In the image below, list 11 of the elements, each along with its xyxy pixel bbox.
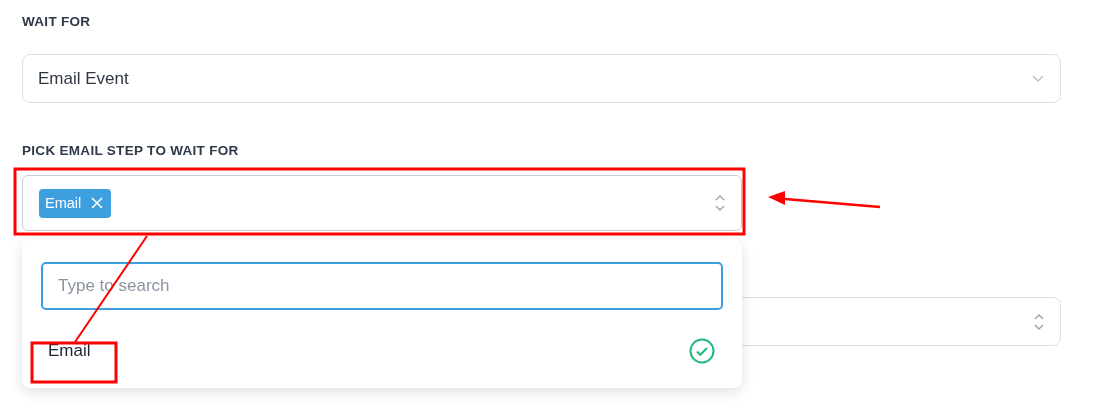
email-tag: Email	[39, 188, 112, 218]
field-label: PICK EMAIL STEP TO WAIT FOR	[22, 143, 240, 160]
up-down-chevron-icon	[715, 194, 725, 212]
event-select[interactable]: Email Event	[22, 54, 1061, 103]
chevron-down-icon	[1032, 74, 1044, 83]
check-circle-icon	[689, 338, 715, 364]
dropdown-option[interactable]: Email	[41, 338, 723, 364]
up-down-chevron-icon	[1034, 312, 1044, 331]
remove-icon[interactable]	[91, 197, 104, 209]
field-label: WAIT FOR	[22, 14, 92, 31]
option-label: Email	[48, 341, 91, 361]
